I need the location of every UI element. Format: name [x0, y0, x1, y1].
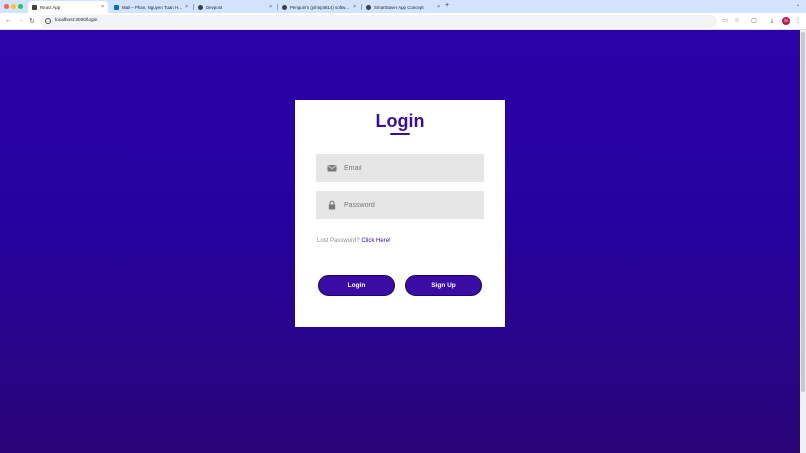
maximize-window-button[interactable] [18, 4, 23, 9]
address-bar[interactable]: localhost:3000/login [40, 15, 717, 28]
tab-devpost[interactable]: Devpost × [194, 1, 276, 13]
close-tab-icon[interactable]: × [185, 4, 188, 10]
login-button[interactable]: Login [318, 275, 395, 296]
profile-avatar[interactable]: N [782, 17, 790, 25]
outlook-icon [114, 4, 119, 10]
close-tab-icon[interactable]: × [101, 4, 104, 10]
password-input[interactable] [344, 191, 482, 219]
close-tab-icon[interactable]: × [437, 4, 440, 10]
tab-mail[interactable]: Mail – Phan, Nguyen Tuan H… × [110, 1, 192, 13]
extensions-icon[interactable]: ▢ [751, 18, 757, 24]
page-title: Login [375, 111, 425, 131]
reload-icon[interactable]: ↻ [29, 17, 35, 25]
reset-password-link[interactable]: Click Here! [361, 238, 390, 244]
tab-title: Penguin's (johnp4814) softw… [290, 4, 350, 10]
close-window-button[interactable] [4, 4, 9, 9]
tab-react-app[interactable]: React App × [28, 1, 108, 13]
tab-title: Mail – Phan, Nguyen Tuan H… [122, 4, 183, 10]
page-viewport: Login Lost Password? Click Here! Login S… [0, 30, 800, 453]
download-icon[interactable]: ⤓ [769, 18, 775, 24]
more-menu-icon[interactable]: ⋮ [795, 18, 801, 24]
devpost-icon [198, 4, 203, 10]
lost-password-row: Lost Password? Click Here! [317, 238, 391, 244]
login-card: Login Lost Password? Click Here! Login S… [295, 100, 505, 327]
tab-favicon-icon [32, 4, 37, 10]
email-field-container[interactable] [316, 154, 484, 182]
tab-title: Devpost [206, 4, 223, 10]
tab-strip: React App × Mail – Phan, Nguyen Tuan H… … [0, 0, 806, 13]
envelope-icon [327, 165, 337, 172]
vertical-scrollbar[interactable] [800, 30, 806, 453]
cast-icon[interactable]: ▭ [722, 18, 728, 24]
tab-github[interactable]: Penguin's (johnp4814) softw… × [278, 1, 360, 13]
forward-arrow-icon[interactable]: → [17, 17, 24, 24]
github-icon [366, 4, 371, 10]
tab-title: SmartSaver App Concept [374, 4, 424, 10]
tab-title: React App [40, 4, 61, 10]
close-tab-icon[interactable]: × [353, 4, 356, 10]
bookmark-star-icon[interactable]: ☆ [734, 18, 740, 24]
back-arrow-icon[interactable]: ← [5, 17, 12, 24]
minimize-window-button[interactable] [11, 4, 16, 9]
sign-up-button[interactable]: Sign Up [405, 275, 482, 296]
browser-toolbar: ← → ↻ localhost:3000/login ▭ ☆ ▢ ⤓ N ⋮ [0, 13, 806, 30]
tab-search-chevron-icon[interactable]: ⌄ [796, 2, 800, 8]
github-icon [282, 4, 287, 10]
new-tab-button[interactable]: + [445, 2, 449, 9]
password-field-container[interactable] [316, 191, 484, 219]
scrollbar-thumb[interactable] [801, 32, 805, 392]
email-input[interactable] [344, 154, 482, 182]
site-info-icon[interactable] [45, 18, 51, 24]
lost-password-label: Lost Password? [317, 238, 360, 244]
url-text[interactable]: localhost:3000/login [55, 18, 97, 23]
close-tab-icon[interactable]: × [269, 4, 272, 10]
lock-icon [328, 200, 336, 210]
title-underline [390, 133, 410, 135]
tab-smartsaver[interactable]: SmartSaver App Concept × [362, 1, 444, 13]
